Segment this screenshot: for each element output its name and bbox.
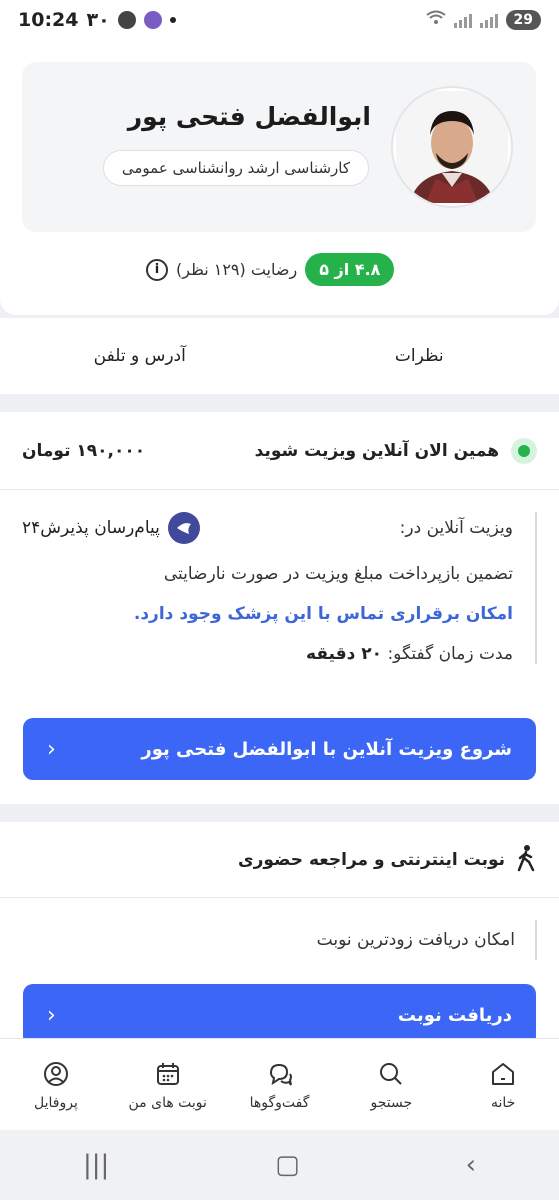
appointment-card: نوبت اینترنتی و مراجعه حضوری امکان دریاف… <box>0 822 559 1038</box>
doctor-degree-badge: کارشناسی ارشد روانشناسی عمومی <box>102 150 369 186</box>
nav-my-appointments-label: نوبت های من <box>128 1094 207 1111</box>
nav-profile-label: پروفایل <box>34 1094 78 1111</box>
tab-address-phone[interactable]: آدرس و تلفن <box>0 318 280 394</box>
online-visit-header: همین الان آنلاین ویزیت شوید ۱۹۰,۰۰۰ توما… <box>0 412 559 490</box>
system-navigation-bar: ||| ▢ ‹ <box>0 1130 559 1200</box>
doctor-name: ابوالفضل فتحی پور <box>127 102 371 131</box>
get-appointment-button[interactable]: دریافت نوبت ‹ <box>23 984 536 1038</box>
chevron-left-icon: ‹ <box>47 1002 56 1028</box>
battery-indicator: 29 <box>505 10 541 30</box>
bottom-navigation: خانه جستجو گفت‌وگوها نوبت های من پروفایل <box>0 1038 559 1130</box>
call-possible-note: امکان برقراری تماس با این پزشک وجود دارد… <box>133 604 513 624</box>
recent-apps-icon[interactable]: ||| <box>83 1150 109 1180</box>
signal-icon-2 <box>479 12 498 28</box>
profile-icon <box>43 1061 68 1086</box>
duration-label: مدت زمان گفتگو: <box>387 644 513 664</box>
tab-reviews[interactable]: نظرات <box>280 318 559 394</box>
wifi-icon <box>425 10 446 30</box>
status-bar: 10:24 ۳۰ 29 <box>0 0 559 40</box>
nav-chats[interactable]: گفت‌وگوها <box>224 1039 336 1130</box>
chat-icon <box>269 1063 292 1086</box>
back-icon[interactable]: ‹ <box>466 1150 476 1180</box>
online-status-icon <box>511 437 537 464</box>
messenger-icon <box>117 11 136 29</box>
appointment-header: نوبت اینترنتی و مراجعه حضوری <box>0 822 559 898</box>
info-icon[interactable]: i <box>146 258 168 281</box>
visit-in-label: ویزیت آنلاین در: <box>399 518 513 538</box>
start-online-visit-button[interactable]: شروع ویزیت آنلاین با ابوالفضل فتحی پور ‹ <box>23 718 536 780</box>
nav-home-label: خانه <box>490 1094 516 1111</box>
chevron-left-icon: ‹ <box>47 736 56 762</box>
status-left: 10:24 ۳۰ <box>18 9 176 31</box>
home-icon <box>492 1062 515 1085</box>
nav-search[interactable]: جستجو <box>335 1039 447 1130</box>
earliest-appointment-note: امکان دریافت زودترین نوبت <box>22 920 537 960</box>
call-duration: مدت زمان گفتگو: ۲۰ دقیقه <box>22 644 513 664</box>
nav-my-appointments[interactable]: نوبت های من <box>112 1039 224 1130</box>
online-visit-title: همین الان آنلاین ویزیت شوید <box>254 440 499 461</box>
nav-chats-label: گفت‌وگوها <box>249 1094 310 1111</box>
signal-icon <box>453 12 472 28</box>
visit-price: ۱۹۰,۰۰۰ تومان <box>22 440 146 461</box>
rating-text: رضایت (۱۲۹ نظر) <box>176 260 298 279</box>
online-visit-card: همین الان آنلاین ویزیت شوید ۱۹۰,۰۰۰ توما… <box>0 412 559 804</box>
nav-home[interactable]: خانه <box>447 1039 559 1130</box>
status-time: 10:24 <box>18 9 79 31</box>
start-online-visit-label: شروع ویزیت آنلاین با ابوالفضل فتحی پور <box>141 738 512 760</box>
walking-person-icon <box>515 844 537 876</box>
rating-row: ۴.۸ از ۵ رضایت (۱۲۹ نظر) i <box>146 253 395 286</box>
online-visit-details: ویزیت آنلاین در: پیام‌رسان پذیرش۲۴ تضمین… <box>22 512 537 664</box>
duration-value: ۲۰ دقیقه <box>306 644 383 664</box>
profile-tabs: نظرات آدرس و تلفن <box>0 318 559 394</box>
paziresh24-messenger-icon <box>167 512 200 544</box>
doctor-avatar[interactable] <box>391 86 513 208</box>
notification-dot-icon <box>169 17 176 23</box>
nav-profile[interactable]: پروفایل <box>0 1039 112 1130</box>
appointment-title: نوبت اینترنتی و مراجعه حضوری <box>238 849 505 870</box>
home-button-icon[interactable]: ▢ <box>275 1150 300 1180</box>
rating-badge: ۴.۸ از ۵ <box>305 253 395 286</box>
nav-search-label: جستجو <box>370 1094 413 1111</box>
platform-name: پیام‌رسان پذیرش۲۴ <box>22 518 160 538</box>
calendar-icon <box>156 1062 179 1085</box>
doctor-header-card: ابوالفضل فتحی پور کارشناسی ارشد روانشناس… <box>0 40 559 315</box>
doctor-photo-icon <box>396 91 508 203</box>
status-right: 29 <box>425 10 541 30</box>
get-appointment-label: دریافت نوبت <box>397 1004 512 1026</box>
status-extra: ۳۰ <box>86 9 110 31</box>
search-icon <box>380 1062 403 1085</box>
refund-guarantee: تضمین بازپرداخت مبلغ ویزیت در صورت نارضا… <box>163 564 513 584</box>
app-notification-icon <box>143 11 162 29</box>
